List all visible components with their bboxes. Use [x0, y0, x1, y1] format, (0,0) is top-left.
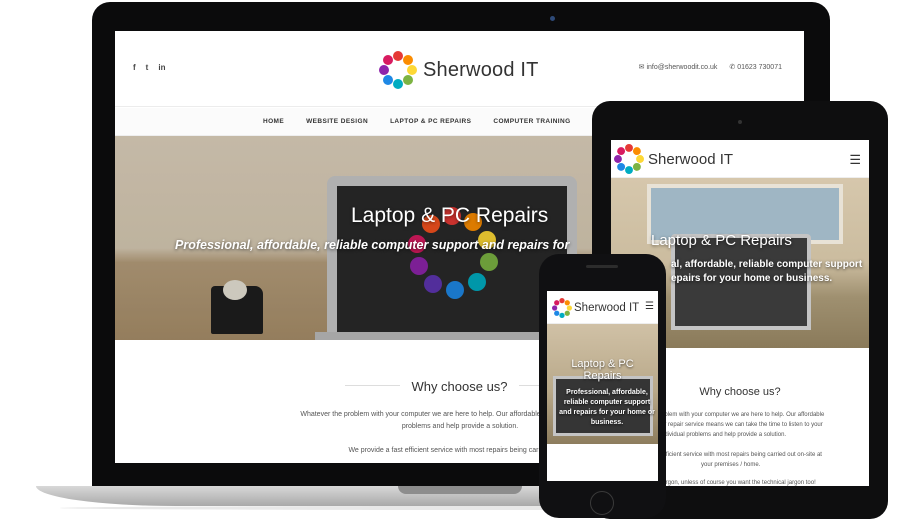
tablet-site-header: Sherwood IT ☰: [611, 140, 869, 178]
tablet-hero-subtitle-line1: al, affordable, reliable computer suppor…: [671, 259, 863, 270]
facebook-icon[interactable]: f: [133, 63, 136, 72]
phone-link[interactable]: ✆ 01623 730071: [729, 63, 782, 71]
email-text: info@sherwoodit.co.uk: [646, 64, 718, 71]
laptop-notch: [398, 486, 522, 494]
phone-site-logo[interactable]: Sherwood IT: [552, 298, 639, 318]
tablet-site-logo[interactable]: Sherwood IT: [614, 144, 733, 174]
site-topbar: f t in Sherwood IT ✉ info@sherwoodit.co.…: [115, 31, 804, 107]
contact-info: ✉ info@sherwoodit.co.uk ✆ 01623 730071: [639, 63, 782, 71]
phone-hero-subtitle-line2: reliable computer support: [563, 399, 651, 406]
hamburger-menu-icon[interactable]: ☰: [849, 152, 861, 168]
tablet-paragraph-line1: oblem with your computer we are here to …: [661, 412, 825, 418]
hamburger-menu-icon[interactable]: ☰: [645, 301, 654, 312]
sherwood-logo-icon: [552, 298, 572, 318]
tablet-paragraph-line3: ndividual problems and help provide a so…: [661, 432, 787, 438]
tablet-paragraph-line5: your premises / home.: [701, 462, 761, 468]
hero-subtitle: Professional, affordable, reliable compu…: [175, 238, 570, 252]
email-link[interactable]: ✉ info@sherwoodit.co.uk: [639, 63, 718, 71]
tablet-paragraph-line4: efficient service with most repairs bein…: [661, 452, 822, 458]
site-logo[interactable]: Sherwood IT: [379, 51, 539, 89]
linkedin-icon[interactable]: in: [158, 63, 165, 72]
phone-home-button[interactable]: [590, 491, 614, 515]
phone-text: 01623 730071: [737, 64, 782, 71]
tablet-camera: [738, 120, 742, 124]
sherwood-logo-icon: [379, 51, 417, 89]
phone-hero-banner: Laptop & PC Repairs Professional, afford…: [547, 324, 658, 444]
phone-brand-name: Sherwood IT: [574, 302, 640, 314]
tablet-brand-name: Sherwood IT: [648, 150, 734, 168]
phone-site-header: Sherwood IT ☰: [547, 291, 658, 324]
hero-title: Laptop & PC Repairs: [351, 204, 549, 227]
tablet-hero-title: Laptop & PC Repairs: [651, 232, 792, 249]
phone-hero-title-line2: Repairs: [583, 370, 622, 382]
tablet-paragraph-line6: jargon, unless of course you want the te…: [661, 480, 816, 486]
nav-computer-training[interactable]: COMPUTER TRAINING: [493, 118, 570, 125]
phone-hero-subtitle-line3: and repairs for your home or: [559, 409, 655, 416]
phone-hero-subtitle: Professional, affordable, reliable compu…: [557, 388, 657, 428]
nav-website-design[interactable]: WEBSITE DESIGN: [306, 118, 368, 125]
tablet-hero-subtitle: al, affordable, reliable computer suppor…: [671, 258, 869, 286]
sherwood-logo-icon: [614, 144, 644, 174]
phone-hero-subtitle-line4: business.: [590, 419, 624, 426]
nav-laptop-pc-repairs[interactable]: LAPTOP & PC REPAIRS: [390, 118, 471, 125]
why-heading: Why choose us?: [411, 379, 508, 394]
phone-speaker: [586, 265, 618, 268]
nav-home[interactable]: HOME: [263, 118, 284, 125]
brand-name: Sherwood IT: [423, 58, 539, 81]
phone-hero-title-line1: Laptop & PC: [571, 358, 634, 370]
phone-hero-title: Laptop & PC Repairs: [547, 358, 658, 382]
phone-screen: Sherwood IT ☰ Laptop & PC Repairs Profes…: [547, 291, 658, 481]
twitter-icon[interactable]: t: [146, 63, 149, 72]
tablet-paragraph-line2: er repair service means we can take the …: [661, 422, 823, 428]
social-links: f t in: [133, 63, 165, 72]
tablet-hero-subtitle-line2: epairs for your home or business.: [671, 273, 833, 284]
phone-hero-subtitle-line1: Professional, affordable,: [566, 389, 648, 396]
laptop-camera: [550, 16, 555, 21]
